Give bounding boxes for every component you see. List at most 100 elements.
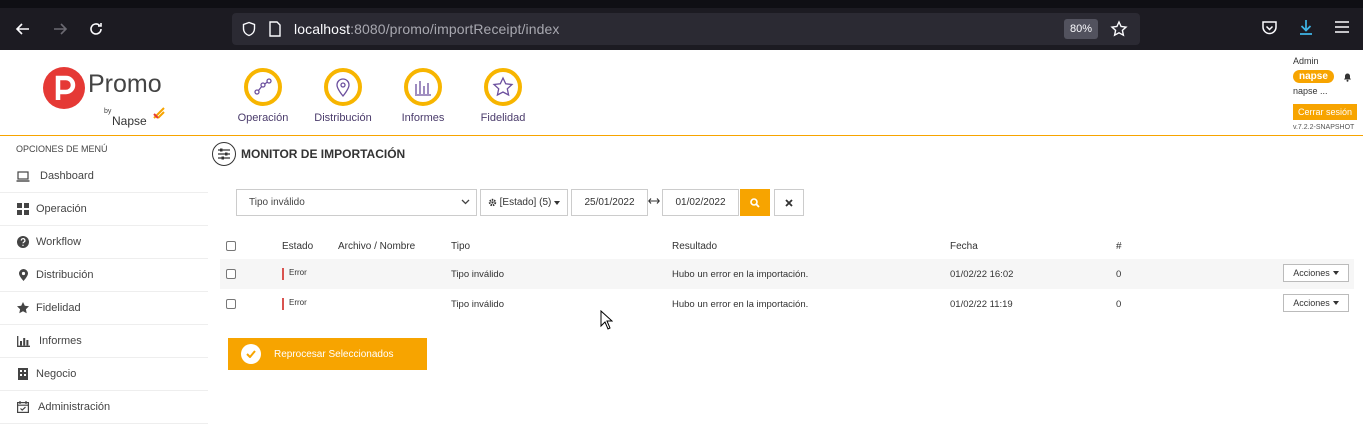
building-icon <box>16 367 30 381</box>
pocket-icon[interactable] <box>1261 20 1278 36</box>
sidebar-item-negocio[interactable]: Negocio <box>0 358 208 391</box>
header-resultado[interactable]: Resultado <box>672 233 717 259</box>
tab-strip <box>0 0 1363 8</box>
browser-toolbar: localhost:8080/promo/importReceipt/index… <box>0 0 1363 50</box>
address-bar[interactable]: localhost:8080/promo/importReceipt/index… <box>232 13 1140 45</box>
acciones-button[interactable]: Acciones <box>1283 264 1349 282</box>
forward-button[interactable] <box>47 16 73 42</box>
row-select-cell <box>226 259 236 289</box>
row-checkbox[interactable] <box>226 269 236 279</box>
row-fecha: 01/02/22 16:02 <box>950 268 1014 280</box>
sidebar-item-label: Dashboard <box>40 170 94 182</box>
select-all-checkbox[interactable] <box>226 241 236 251</box>
header-archivo[interactable]: Archivo / Nombre <box>338 233 415 259</box>
hamburger-menu-icon[interactable] <box>1334 20 1350 34</box>
acciones-label: Acciones <box>1293 268 1330 278</box>
module-informes-circle <box>404 68 442 106</box>
bar-chart-icon <box>415 81 431 96</box>
download-icon[interactable] <box>1297 18 1315 36</box>
gear-icon <box>488 198 496 207</box>
module-label: Distribución <box>314 112 372 124</box>
promo-logo-mark <box>43 67 85 109</box>
reprocess-label: Reprocesar Seleccionados <box>274 348 394 360</box>
url-text: localhost:8080/promo/importReceipt/index <box>294 21 559 37</box>
zoom-level[interactable]: 80% <box>1064 19 1098 39</box>
header-tipo[interactable]: Tipo <box>451 233 470 259</box>
chevron-down-icon <box>461 190 470 215</box>
sliders-icon <box>212 142 236 166</box>
brand-by: by <box>104 108 112 115</box>
sidebar-item-dashboard[interactable]: Dashboard <box>0 160 208 193</box>
row-fecha: 01/02/22 11:19 <box>950 298 1013 310</box>
grid-icon <box>16 202 30 216</box>
caret-down-icon <box>1332 271 1339 275</box>
napse-flame-icon <box>153 107 165 119</box>
user-name: Admin <box>1293 56 1319 66</box>
estado-filter-button[interactable]: [Estado] (5) <box>480 189 568 216</box>
header-count[interactable]: # <box>1116 233 1122 259</box>
date-to-input[interactable]: 01/02/2022 <box>662 189 739 216</box>
star-icon <box>16 301 30 315</box>
brand-company: Napse <box>112 114 147 128</box>
sidebar-item-workflow[interactable]: Workflow <box>0 226 208 259</box>
close-icon <box>785 198 793 207</box>
date-from-input[interactable]: 25/01/2022 <box>571 189 648 216</box>
row-resultado: Hubo un error en la importación. <box>672 298 809 310</box>
row-checkbox[interactable] <box>226 299 236 309</box>
sidebar-item-label: Informes <box>39 335 82 347</box>
tenant-badge[interactable]: napse <box>1293 70 1334 83</box>
question-icon <box>16 235 30 249</box>
select-all-cell <box>226 233 236 259</box>
user-box: Admin napse napse ... Cerrar sesión v.7.… <box>1293 56 1361 131</box>
module-distribucion[interactable]: Distribución <box>303 68 383 124</box>
table-header: Estado Archivo / Nombre Tipo Resultado F… <box>220 233 1354 259</box>
bar-chart-icon <box>16 334 30 348</box>
acciones-button[interactable]: Acciones <box>1283 294 1349 312</box>
sidebar-item-label: Workflow <box>36 236 82 248</box>
row-count: 0 <box>1116 268 1122 280</box>
sidebar-item-operacion[interactable]: Operación <box>0 193 208 226</box>
acciones-label: Acciones <box>1293 298 1330 308</box>
reprocess-selected-button[interactable]: Reprocesar Seleccionados <box>228 338 427 370</box>
bookmark-star-icon[interactable] <box>1110 20 1128 38</box>
tenant-name: napse ... <box>1293 86 1328 96</box>
clear-filters-button[interactable] <box>774 189 804 216</box>
row-estado-cell: Error <box>282 259 307 289</box>
row-tipo: Tipo inválido <box>451 298 504 310</box>
module-fidelidad-circle <box>484 68 522 106</box>
module-label: Informes <box>401 112 445 124</box>
module-nav: Operación Distribución Informes Fidelida… <box>223 68 543 124</box>
tipo-select[interactable]: Tipo inválido <box>236 189 477 216</box>
promo-logo[interactable]: Promo by Napse <box>42 62 172 128</box>
header-fecha[interactable]: Fecha <box>950 233 978 259</box>
search-icon <box>750 197 760 208</box>
logout-button[interactable]: Cerrar sesión <box>1293 104 1357 120</box>
header-estado[interactable]: Estado <box>282 233 313 259</box>
page-icon <box>269 21 281 37</box>
module-operacion-circle <box>244 68 282 106</box>
laptop-icon <box>16 169 30 183</box>
row-estado-cell: Error <box>282 289 307 319</box>
reload-button[interactable] <box>83 16 109 42</box>
module-operacion[interactable]: Operación <box>223 68 303 124</box>
forward-arrow-icon <box>54 23 68 35</box>
sidebar-item-distribucion[interactable]: Distribución <box>0 259 208 292</box>
search-button[interactable] <box>740 189 770 216</box>
app-header: Promo by Napse Operación Distribución In… <box>0 50 1363 136</box>
table-row: Error Tipo inválido Hubo un error en la … <box>220 259 1354 289</box>
sidebar-item-fidelidad[interactable]: Fidelidad <box>0 292 208 325</box>
sidebar-item-informes[interactable]: Informes <box>0 325 208 358</box>
status-badge: Error <box>282 298 307 310</box>
module-fidelidad[interactable]: Fidelidad <box>463 68 543 124</box>
module-label: Fidelidad <box>480 112 526 124</box>
back-button[interactable] <box>10 16 36 42</box>
row-tipo: Tipo inválido <box>451 268 504 280</box>
sidebar-item-label: Negocio <box>36 368 77 380</box>
row-count: 0 <box>1116 298 1122 310</box>
reload-icon <box>90 23 102 35</box>
bell-icon[interactable] <box>1343 72 1352 82</box>
graph-nodes-icon <box>254 78 272 95</box>
shield-icon <box>242 21 256 37</box>
sidebar-item-administracion[interactable]: Administración <box>0 391 208 424</box>
module-informes[interactable]: Informes <box>383 68 463 124</box>
